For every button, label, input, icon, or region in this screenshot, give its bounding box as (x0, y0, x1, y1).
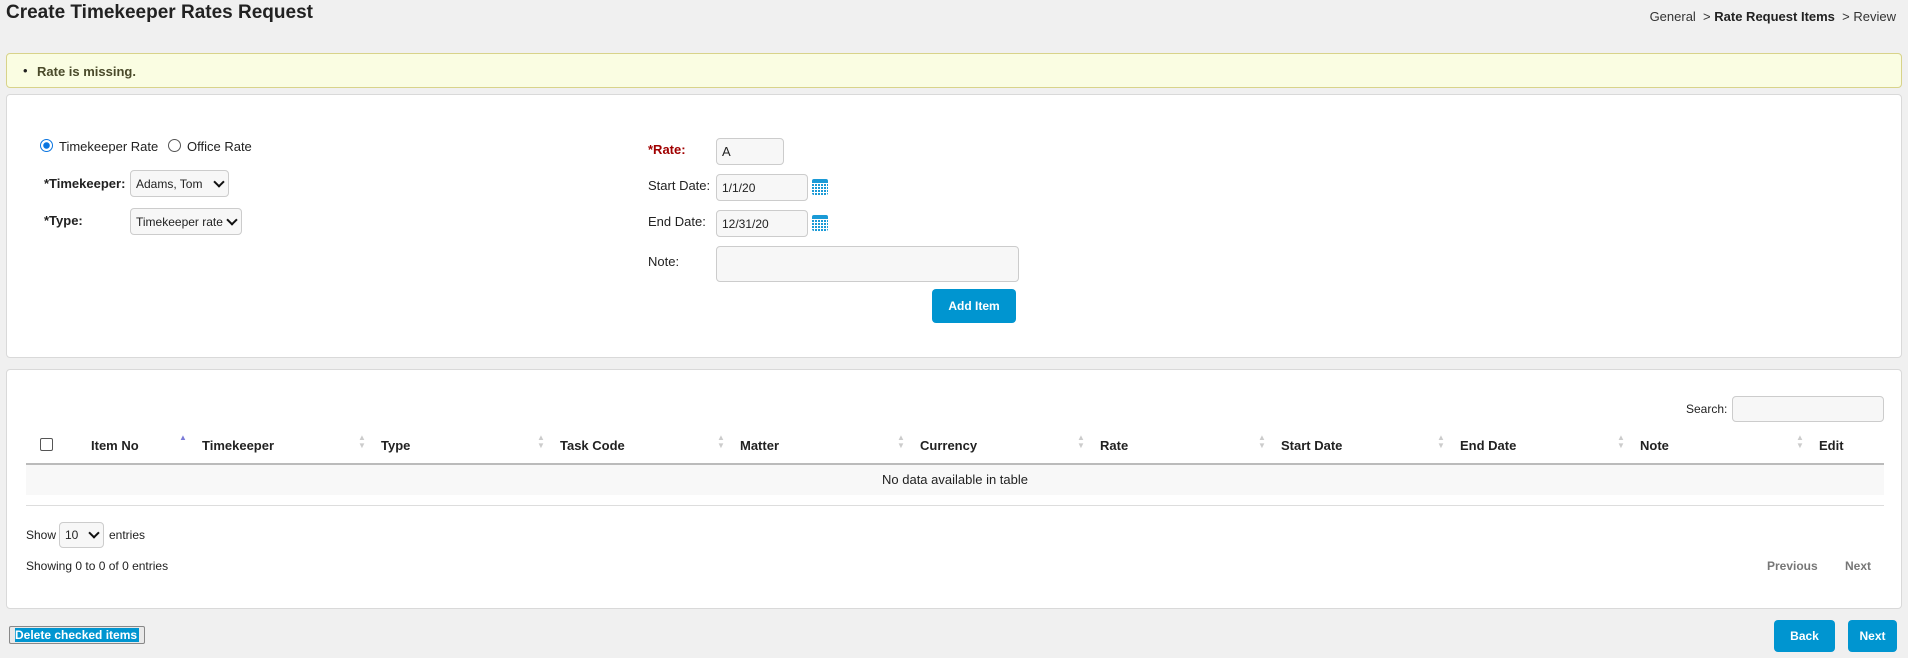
next-page-button[interactable]: Next (1845, 559, 1871, 573)
breadcrumb-separator: > (1842, 9, 1850, 24)
office-rate-label: Office Rate (187, 139, 252, 154)
calendar-icon[interactable] (812, 215, 828, 231)
show-label: Show (26, 528, 57, 542)
select-all-checkbox[interactable] (40, 438, 53, 451)
timekeeper-rate-label: Timekeeper Rate (59, 139, 159, 154)
column-header-currency[interactable]: Currency (920, 438, 977, 453)
start-date-label: Start Date: (648, 178, 711, 193)
breadcrumb-review: Review (1853, 9, 1896, 24)
sort-ascending-icon[interactable]: ▲ (179, 434, 187, 442)
search-input[interactable] (1732, 396, 1884, 422)
page-title: Create Timekeeper Rates Request (6, 2, 313, 23)
note-label: Note: (648, 254, 680, 269)
end-date-label: End Date: (648, 214, 706, 229)
entries-label: entries (109, 528, 146, 542)
timekeeper-value: Adams, Tom (136, 176, 203, 191)
timekeeper-select[interactable]: Adams, Tom (130, 170, 229, 197)
alert-message: Rate is missing. (37, 64, 136, 79)
sort-icon[interactable]: ▲ ▼ (537, 434, 545, 450)
empty-message: No data available in table (882, 472, 1028, 487)
column-header-rate[interactable]: Rate (1100, 438, 1128, 453)
breadcrumb-rate-request-items: Rate Request Items (1714, 9, 1835, 24)
type-select[interactable]: Timekeeper rate (130, 208, 242, 235)
delete-checked-button[interactable]: Delete checked items (9, 626, 145, 644)
calendar-icon[interactable] (812, 179, 828, 195)
delete-checked-label: Delete checked items (15, 628, 139, 642)
column-header-matter[interactable]: Matter (740, 438, 779, 453)
page-size-value: 10 (65, 528, 79, 542)
column-header-item-no[interactable]: Item No (91, 438, 139, 453)
previous-page-button[interactable]: Previous (1767, 559, 1818, 573)
table-info: Showing 0 to 0 of 0 entries (26, 559, 169, 573)
office-rate-radio[interactable] (168, 139, 181, 152)
timekeeper-label: *Timekeeper: (44, 176, 126, 191)
type-label: *Type: (44, 213, 83, 228)
breadcrumb-general: General (1649, 9, 1696, 24)
next-button[interactable]: Next (1848, 620, 1897, 652)
bullet-icon: • (23, 63, 28, 78)
search-label: Search: (1686, 402, 1728, 416)
sort-icon[interactable]: ▲ ▼ (1617, 434, 1625, 450)
column-header-task-code[interactable]: Task Code (560, 438, 625, 453)
column-header-type[interactable]: Type (381, 438, 410, 453)
sort-icon[interactable]: ▲ ▼ (717, 434, 725, 450)
column-header-edit[interactable]: Edit (1819, 438, 1844, 453)
start-date-value: 1/1/20 (722, 180, 756, 195)
rate-input[interactable]: A (716, 138, 784, 165)
error-alert: • Rate is missing. (6, 53, 1902, 88)
timekeeper-rate-radio[interactable] (40, 139, 53, 152)
rate-value: A (722, 144, 731, 159)
column-header-end-date[interactable]: End Date (1460, 438, 1516, 453)
column-header-note[interactable]: Note (1640, 438, 1669, 453)
column-header-start-date[interactable]: Start Date (1281, 438, 1342, 453)
add-item-button[interactable]: Add Item (932, 289, 1016, 323)
breadcrumb-separator: > (1703, 9, 1711, 24)
page-size-select[interactable]: 10 (59, 522, 104, 548)
sort-icon[interactable]: ▲ ▼ (358, 434, 366, 450)
type-value: Timekeeper rate (136, 214, 223, 229)
sort-icon[interactable]: ▲ ▼ (1796, 434, 1804, 450)
sort-icon[interactable]: ▲ ▼ (1077, 434, 1085, 450)
empty-row: No data available in table (26, 465, 1884, 495)
start-date-input[interactable]: 1/1/20 (716, 174, 808, 201)
end-date-value: 12/31/20 (722, 216, 769, 231)
sort-icon[interactable]: ▲ ▼ (1437, 434, 1445, 450)
breadcrumb: General > Rate Request Items > Review (1650, 9, 1896, 24)
table-bottom-divider (26, 505, 1884, 506)
end-date-input[interactable]: 12/31/20 (716, 210, 808, 237)
column-header-timekeeper[interactable]: Timekeeper (202, 438, 274, 453)
sort-icon[interactable]: ▲ ▼ (897, 434, 905, 450)
sort-icon[interactable]: ▲ ▼ (1258, 434, 1266, 450)
rate-label: *Rate: (648, 142, 686, 157)
note-textarea[interactable] (716, 246, 1019, 282)
back-button[interactable]: Back (1774, 620, 1835, 652)
